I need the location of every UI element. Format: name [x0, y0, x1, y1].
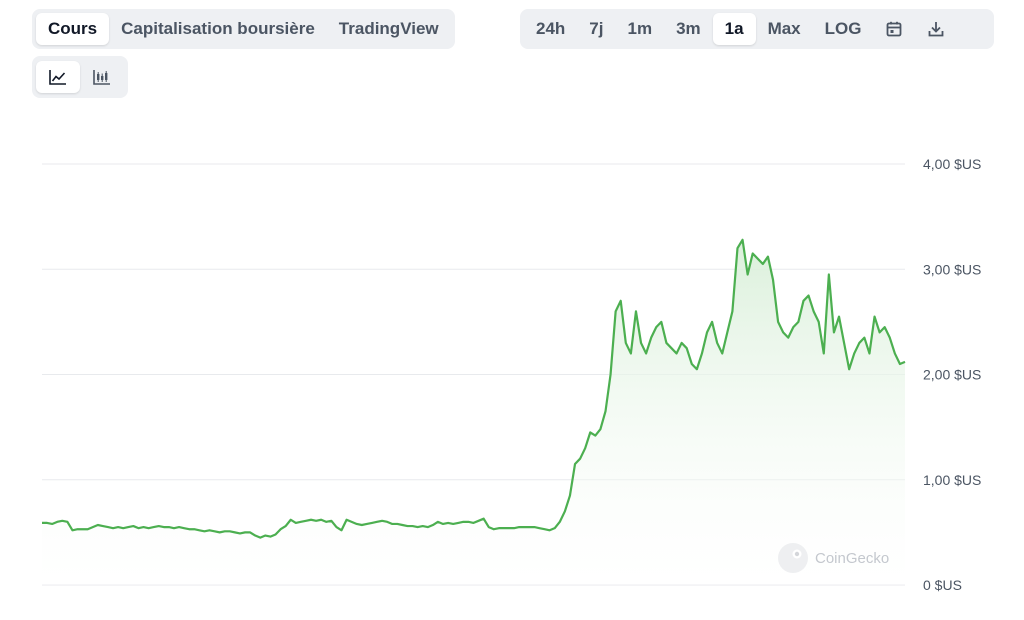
- y-tick-label: 1,00 $US: [923, 472, 981, 488]
- watermark-text: CoinGecko: [815, 550, 889, 567]
- y-tick-label: 3,00 $US: [923, 261, 981, 277]
- y-tick-label: 2,00 $US: [923, 367, 981, 383]
- y-axis-ticks: 0 $US 1,00 $US 2,00 $US 3,00 $US 4,00 $US: [923, 156, 981, 593]
- y-tick-label: 0 $US: [923, 577, 962, 593]
- price-area-fill: [42, 239, 905, 585]
- price-chart[interactable]: 0 $US 1,00 $US 2,00 $US 3,00 $US 4,00 $US Co…: [0, 0, 1024, 620]
- y-tick-label: 4,00 $US: [923, 156, 981, 172]
